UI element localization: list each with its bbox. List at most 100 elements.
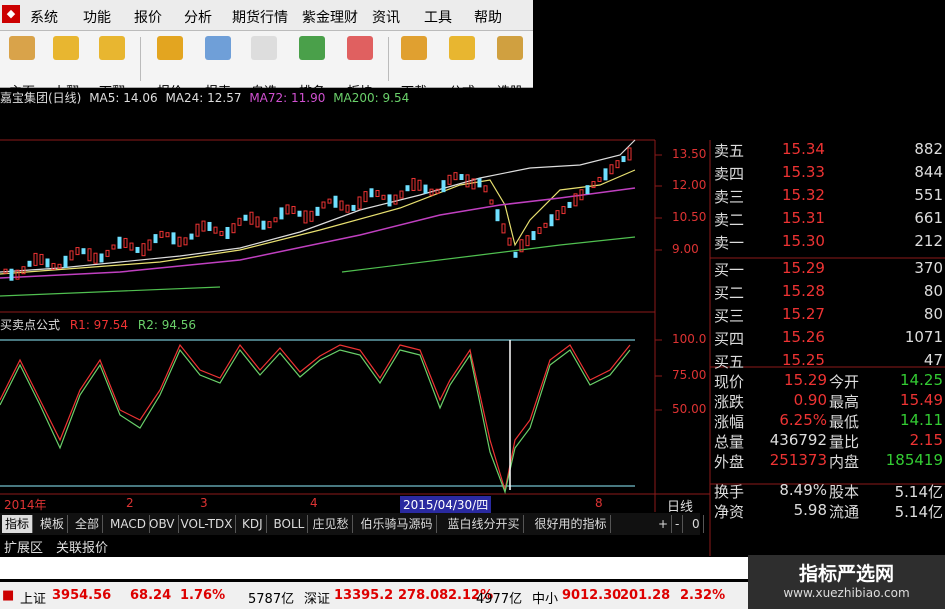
orderbook-volume: 661 (914, 209, 943, 227)
candle (567, 201, 572, 208)
indicator-tab[interactable]: 庄见愁 (310, 515, 353, 533)
stat-label: 最低 (829, 413, 860, 431)
candle (333, 195, 338, 208)
zx-change: 201.28 (620, 588, 671, 603)
orderbook-volume: 47 (923, 351, 943, 369)
candle (543, 222, 548, 228)
indicator-tab[interactable]: 模板 (37, 515, 69, 533)
candle (225, 226, 230, 239)
indicator-tabs: 指标 模板 全部 MACD OBV VOL-TDX KDJ BOLL 庄见愁 伯乐骑马源码 蓝白线分… (0, 513, 704, 535)
stat-value: 436792 (769, 431, 827, 449)
candle (621, 156, 626, 163)
candle (117, 236, 122, 249)
orderbook-volume: 80 (923, 305, 943, 323)
orderbook-price: 15.28 (782, 282, 825, 300)
stat-row: 外盘 251373 内盘 185419 (712, 451, 945, 472)
candle (69, 250, 74, 261)
candle (507, 237, 512, 246)
candle (477, 178, 482, 188)
extension-row: 扩展区 关联报价 (0, 536, 700, 556)
candle (303, 210, 308, 224)
zx-name[interactable]: 中小 (532, 588, 558, 607)
orderbook-label: 买一 (714, 261, 745, 279)
candle (339, 200, 344, 211)
stat-value: 2.15 (909, 431, 943, 449)
candle (105, 249, 110, 257)
orderbook-price: 15.26 (782, 328, 825, 346)
candle (111, 244, 116, 250)
related-quote-tab[interactable]: 关联报价 (56, 537, 108, 556)
candle (279, 207, 284, 220)
orderbook-label: 买四 (714, 330, 745, 348)
indicator-tab[interactable]: 伯乐骑马源码 (358, 515, 437, 533)
indicator-tab[interactable]: MACD (107, 515, 150, 533)
watermark-title: 指标严选网 (798, 563, 894, 585)
price-tick: 9.00 (672, 242, 699, 256)
indicator-tick: 100.0 (672, 332, 707, 346)
indicator-tab[interactable]: 蓝白线分开买 (445, 515, 524, 533)
orderbook-volume: 370 (914, 259, 943, 277)
candle (243, 214, 248, 221)
indicator-tab[interactable]: OBV (146, 515, 179, 533)
candle (423, 184, 428, 194)
stat-value: 15.49 (900, 391, 943, 409)
candle (159, 230, 164, 238)
candle (45, 258, 50, 268)
candle (165, 232, 170, 238)
ma200-line-left (0, 286, 221, 297)
candle (399, 190, 404, 199)
tab-control-button[interactable]: 0 (689, 515, 704, 533)
candle (387, 194, 392, 207)
candle (147, 239, 152, 251)
zx-percent: 2.32% (680, 588, 726, 603)
indicator-tab[interactable]: 全部 (72, 515, 104, 533)
candle (375, 189, 380, 197)
candle (513, 251, 518, 258)
orderbook-row: 卖四 15.33 844 (712, 163, 945, 187)
candle (447, 174, 452, 185)
sz-name[interactable]: 深证 (304, 588, 330, 607)
stat-label: 换手 (714, 483, 745, 501)
status-bar (0, 557, 760, 579)
tab-control-button[interactable]: - (672, 515, 684, 533)
indicator-tab[interactable]: KDJ (239, 515, 267, 533)
watermark: 指标严选网 www.xuezhibiao.com (748, 555, 945, 609)
stat-row: 净资 5.98 流通 5.14亿 (712, 501, 945, 522)
candle (141, 243, 146, 257)
sh-name[interactable]: 上证 (20, 588, 46, 607)
candle (81, 248, 86, 255)
candle (459, 174, 464, 181)
extension-area-tab[interactable]: 扩展区 (4, 537, 43, 556)
orderbook-price: 15.34 (782, 140, 825, 158)
candle (273, 217, 278, 223)
candle (501, 223, 506, 234)
candle (321, 201, 326, 209)
orderbook-price: 15.29 (782, 259, 825, 277)
candle (63, 255, 68, 268)
orderbook-label: 卖五 (714, 142, 745, 160)
candle (495, 209, 500, 222)
indicator-tab[interactable]: VOL-TDX (178, 515, 237, 533)
stat-row: 涨幅 6.25% 最低 14.11 (712, 411, 945, 432)
stat-value: 5.14亿 (894, 483, 943, 501)
candle (327, 198, 332, 204)
candle (561, 206, 566, 215)
orderbook-label: 卖三 (714, 188, 745, 206)
orderbook-row: 买三 15.27 80 (712, 305, 945, 329)
indicator-tab[interactable]: BOLL (271, 515, 309, 533)
orderbook-volume: 844 (914, 163, 943, 181)
r1-line (0, 343, 631, 491)
indicator-tab[interactable]: 指标 (2, 515, 34, 533)
candle (255, 216, 260, 228)
candle (267, 221, 272, 229)
orderbook-row: 卖一 15.30 212 (712, 232, 945, 256)
date-cursor-label: 2015/04/30/四 (400, 496, 492, 513)
stat-value: 8.49% (779, 481, 827, 499)
indicator-tab[interactable]: 很好用的指标 (532, 515, 611, 533)
candle (489, 199, 494, 205)
ma24-line (0, 169, 636, 275)
candle (153, 234, 158, 244)
orderbook-row: 买二 15.28 80 (712, 282, 945, 306)
date-month-8: 8 (595, 496, 603, 510)
tab-control-button[interactable]: + (655, 515, 673, 533)
